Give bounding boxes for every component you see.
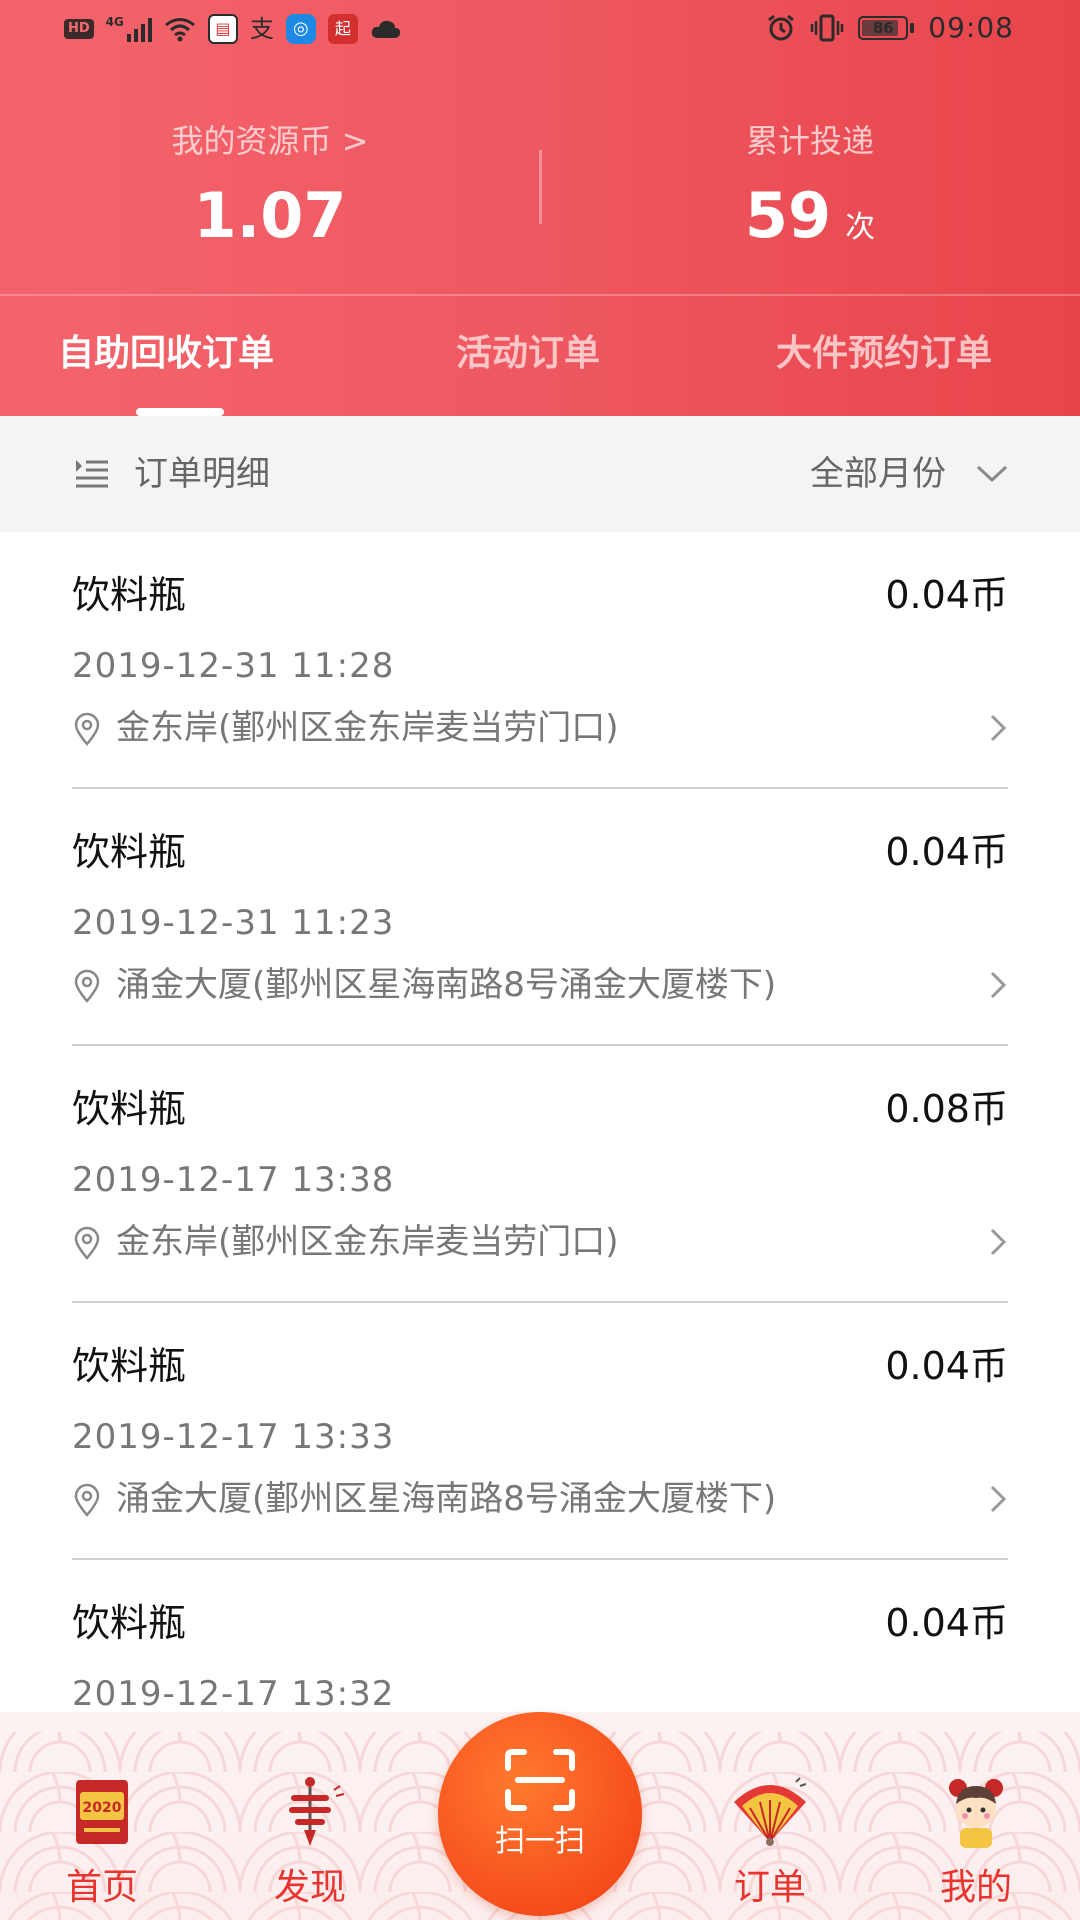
tab-self-recycle-orders[interactable]: 自助回收订单 [58,332,274,376]
coins-stat[interactable]: 我的资源币 > 1.07 [0,120,540,256]
order-time: 2019-12-17 13:38 [72,1160,395,1200]
chevron-right-icon[interactable] [988,1483,1008,1515]
order-row[interactable]: 饮料瓶 0.04币 2019-12-17 13:32 [72,1560,1008,1732]
signal-icon: 4G [106,16,152,42]
active-tab-indicator [136,408,224,416]
order-location-text: 涌金大厦(鄞州区星海南路8号涌金大厦楼下) [116,1479,777,1519]
nav-home-label: 首页 [65,1867,138,1908]
nav-discover-label: 发现 [273,1867,346,1908]
deliveries-unit: 次 [845,210,876,245]
nav-mine[interactable]: 我的 [906,1772,1046,1910]
order-row[interactable]: 饮料瓶 0.04币 2019-12-31 11:23 涌金大厦(鄞州区星海南路8… [72,789,1008,1046]
network-type-label: 4G [105,15,124,29]
order-location-text: 金东岸(鄞州区金东岸麦当劳门口) [116,1222,619,1262]
battery-level-text: 86 [872,19,894,37]
alipay-icon: 支 [249,15,274,43]
child-avatar-icon [949,1779,1003,1848]
browser-icon: ◎ [285,14,316,44]
chevron-right-icon[interactable] [988,1226,1008,1258]
order-time: 2019-12-31 11:28 [72,646,395,686]
wifi-icon [164,18,195,42]
deliveries-label: 累计投递 [745,122,874,160]
status-bar: HD 4G ▤ 支 ◎ 起 86 09:08 [0,0,1080,62]
order-location: 涌金大厦(鄞州区星海南路8号涌金大厦楼下) [72,1477,1008,1521]
order-amount: 0.04币 [885,1344,1008,1388]
order-name: 饮料瓶 [72,1344,187,1388]
order-time: 2019-12-17 13:32 [72,1674,395,1714]
chevron-down-icon[interactable] [974,460,1010,488]
order-amount: 0.04币 [885,1601,1008,1645]
order-detail-title: 订单明细 [134,454,270,494]
cloud-icon [371,20,401,38]
location-pin-icon [74,1226,100,1260]
chevron-right-icon[interactable] [988,712,1008,744]
scan-icon [505,1749,575,1811]
order-list: 饮料瓶 0.04币 2019-12-31 11:28 金东岸(鄞州区金东岸麦当劳… [0,532,1080,1732]
nav-mine-label: 我的 [939,1867,1012,1908]
order-name: 饮料瓶 [72,573,187,617]
order-amount: 0.04币 [885,830,1008,874]
tab-activity-orders[interactable]: 活动订单 [456,332,600,376]
order-location-text: 涌金大厦(鄞州区星海南路8号涌金大厦楼下) [116,965,777,1005]
svg-text:2020: 2020 [83,1800,122,1816]
bottom-nav: 2020 首页 发现 扫一扫 订单 我的 [0,1712,1080,1920]
location-pin-icon [74,969,100,1003]
location-pin-icon [74,1483,100,1517]
battery-icon: 86 [858,16,915,40]
order-name: 饮料瓶 [72,1087,187,1131]
reader-icon: ▤ [207,14,238,44]
filter-bar: 订单明细 全部月份 [0,416,1080,532]
nav-home[interactable]: 2020 首页 [32,1772,172,1910]
scan-label: 扫一扫 [495,1824,585,1859]
order-amount: 0.04币 [885,573,1008,617]
nav-discover[interactable]: 发现 [240,1772,380,1910]
order-time: 2019-12-31 11:23 [72,903,395,943]
order-time: 2019-12-17 13:33 [72,1417,395,1457]
order-name: 饮料瓶 [72,830,187,874]
spring-couplet-icon [289,1777,345,1846]
deliveries-value: 59 [744,179,832,252]
nav-orders[interactable]: 订单 [700,1772,840,1910]
calendar-2020-icon: 2020 [76,1780,128,1844]
coins-label: 我的资源币 > [171,122,369,160]
list-detail-icon [76,460,108,488]
order-location-text: 金东岸(鄞州区金东岸麦当劳门口) [116,708,619,748]
order-tabs: 自助回收订单 活动订单 大件预约订单 [0,296,1080,416]
deliveries-stat: 累计投递 59 次 [540,120,1080,268]
status-time: 09:08 [928,11,1014,44]
order-location: 金东岸(鄞州区金东岸麦当劳门口) [72,706,1008,750]
folding-fan-icon [734,1777,807,1846]
order-name: 饮料瓶 [72,1601,187,1645]
tab-bulky-booking-orders[interactable]: 大件预约订单 [776,332,992,376]
order-amount: 0.08币 [885,1087,1008,1131]
nav-orders-label: 订单 [733,1867,806,1908]
header: HD 4G ▤ 支 ◎ 起 86 09:08 我的资源币 > 1.07 累计投递… [0,0,1080,416]
order-row[interactable]: 饮料瓶 0.04币 2019-12-31 11:28 金东岸(鄞州区金东岸麦当劳… [72,532,1008,789]
hd-badge: HD [64,19,94,39]
deliveries-value-row: 59 次 [540,176,1080,268]
coins-value: 1.07 [193,179,347,252]
vibrate-icon [811,14,844,42]
order-location: 涌金大厦(鄞州区星海南路8号涌金大厦楼下) [72,963,1008,1007]
month-filter-select[interactable]: 全部月份 [810,452,946,496]
qidian-icon: 起 [327,14,358,44]
alarm-icon [768,14,795,41]
order-row[interactable]: 饮料瓶 0.08币 2019-12-17 13:38 金东岸(鄞州区金东岸麦当劳… [72,1046,1008,1303]
chevron-right-icon[interactable] [988,969,1008,1001]
scan-button[interactable]: 扫一扫 [438,1712,642,1916]
location-pin-icon [74,712,100,746]
order-location: 金东岸(鄞州区金东岸麦当劳门口) [72,1220,1008,1264]
order-row[interactable]: 饮料瓶 0.04币 2019-12-17 13:33 涌金大厦(鄞州区星海南路8… [72,1303,1008,1560]
